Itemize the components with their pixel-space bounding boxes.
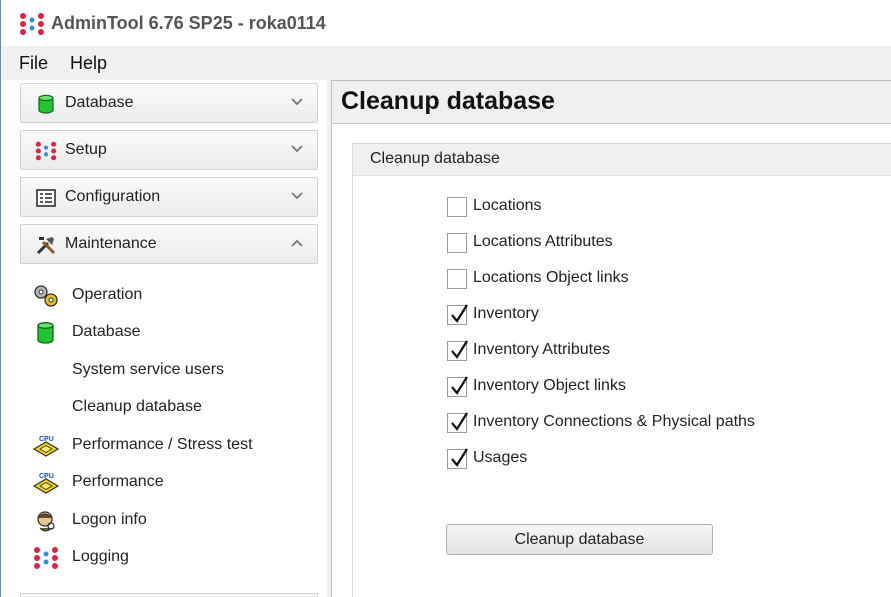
setup-icon: [35, 141, 57, 161]
checkmark-icon: [451, 412, 468, 431]
chevron-up-icon: [291, 239, 303, 247]
option-locations-attributes[interactable]: Locations Attributes: [447, 232, 867, 258]
option-usages[interactable]: Usages: [447, 448, 867, 474]
gears-icon: [34, 285, 58, 307]
checkmark-icon: [451, 448, 468, 467]
menu-bar: File Help: [1, 46, 891, 80]
checkmark-icon: [451, 376, 468, 395]
sidebar-item-label: Performance / Stress test: [72, 436, 253, 453]
sidebar-section-maintenance[interactable]: Maintenance: [20, 224, 318, 264]
sidebar-section-label: Configuration: [65, 188, 161, 205]
option-label: Usages: [473, 449, 528, 466]
sidebar-item-label: System service users: [72, 361, 225, 378]
sidebar-item-label: Logging: [72, 548, 129, 565]
title-bar: AdminTool 6.76 SP25 - roka0114: [1, 0, 891, 47]
sidebar-section-configuration[interactable]: Configuration: [20, 177, 318, 217]
window-title: AdminTool 6.76 SP25 - roka0114: [51, 13, 326, 33]
group-title: Cleanup database: [370, 150, 500, 167]
sidebar: Database Setup Configuration Maintenance…: [1, 80, 327, 597]
sidebar-section-label: Setup: [65, 141, 107, 158]
chevron-down-icon: [291, 98, 303, 106]
sidebar-item-database[interactable]: Database: [20, 315, 318, 351]
chevron-down-icon: [291, 145, 303, 153]
sidebar-item-cleanup-database[interactable]: Cleanup database: [20, 390, 318, 426]
database-icon: [37, 322, 54, 344]
option-checkbox[interactable]: [447, 376, 468, 397]
sidebar-item-label: Database: [72, 323, 141, 340]
cpu-icon: CPU: [32, 473, 60, 494]
tools-icon: [36, 237, 56, 255]
option-checkbox[interactable]: [447, 448, 468, 469]
page-header: Cleanup database: [332, 81, 891, 124]
cpu-icon: CPU: [32, 436, 60, 457]
option-inventory[interactable]: Inventory: [447, 304, 867, 330]
sidebar-section-setup[interactable]: Setup: [20, 130, 318, 170]
option-label: Inventory: [473, 305, 539, 322]
option-checkbox[interactable]: [447, 340, 468, 361]
checkmark-icon: [451, 304, 468, 323]
sidebar-item-operation[interactable]: Operation: [20, 278, 318, 314]
option-checkbox[interactable]: [447, 304, 468, 325]
option-locations[interactable]: Locations: [447, 196, 867, 222]
option-checkbox[interactable]: [447, 233, 467, 253]
cleanup-options-group: Cleanup database Locations Locations Att…: [352, 143, 891, 597]
checkmark-icon: [451, 340, 468, 359]
sidebar-item-system-service-users[interactable]: System service users: [20, 353, 318, 389]
option-label: Locations: [473, 197, 542, 214]
database-icon: [38, 94, 54, 114]
option-inventory-attributes[interactable]: Inventory Attributes: [447, 340, 867, 366]
option-label: Inventory Connections & Physical paths: [473, 413, 755, 430]
option-checkbox[interactable]: [447, 197, 467, 217]
page-title: Cleanup database: [341, 87, 555, 115]
sidebar-section-label: Maintenance: [65, 235, 157, 252]
logging-icon: [34, 547, 58, 569]
sidebar-item-performance-stress-test[interactable]: CPU Performance / Stress test: [20, 428, 318, 464]
sidebar-item-label: Logon info: [72, 511, 147, 528]
chevron-down-icon: [291, 192, 303, 200]
sidebar-next-section-edge: [20, 593, 318, 597]
menu-file[interactable]: File: [10, 46, 57, 80]
sidebar-section-database[interactable]: Database: [20, 83, 318, 123]
option-label: Inventory Object links: [473, 377, 626, 394]
option-locations-object-links[interactable]: Locations Object links: [447, 268, 867, 294]
option-inventory-connections-physical-paths[interactable]: Inventory Connections & Physical paths: [447, 412, 867, 438]
sidebar-section-label: Database: [65, 94, 134, 111]
group-header: Cleanup database: [353, 144, 891, 176]
logon-icon: [37, 511, 55, 532]
app-window: AdminTool 6.76 SP25 - roka0114 File Help…: [0, 0, 891, 597]
option-label: Locations Attributes: [473, 233, 613, 250]
sidebar-item-logging[interactable]: Logging: [20, 540, 318, 576]
sidebar-item-logon-info[interactable]: Logon info: [20, 503, 318, 539]
main-content: Cleanup database Cleanup database Locati…: [331, 80, 891, 597]
sidebar-item-performance[interactable]: CPU Performance: [20, 465, 318, 501]
cleanup-database-button[interactable]: Cleanup database: [446, 524, 713, 555]
sidebar-item-label: Performance: [72, 473, 164, 490]
option-checkbox[interactable]: [447, 269, 467, 289]
configuration-icon: [36, 189, 56, 207]
option-label: Locations Object links: [473, 269, 629, 286]
sidebar-item-label: Cleanup database: [72, 398, 202, 415]
option-checkbox[interactable]: [447, 412, 468, 433]
option-label: Inventory Attributes: [473, 341, 610, 358]
menu-help[interactable]: Help: [61, 46, 116, 80]
option-inventory-object-links[interactable]: Inventory Object links: [447, 376, 867, 402]
app-logo-icon: [20, 13, 44, 35]
sidebar-item-label: Operation: [72, 286, 143, 303]
